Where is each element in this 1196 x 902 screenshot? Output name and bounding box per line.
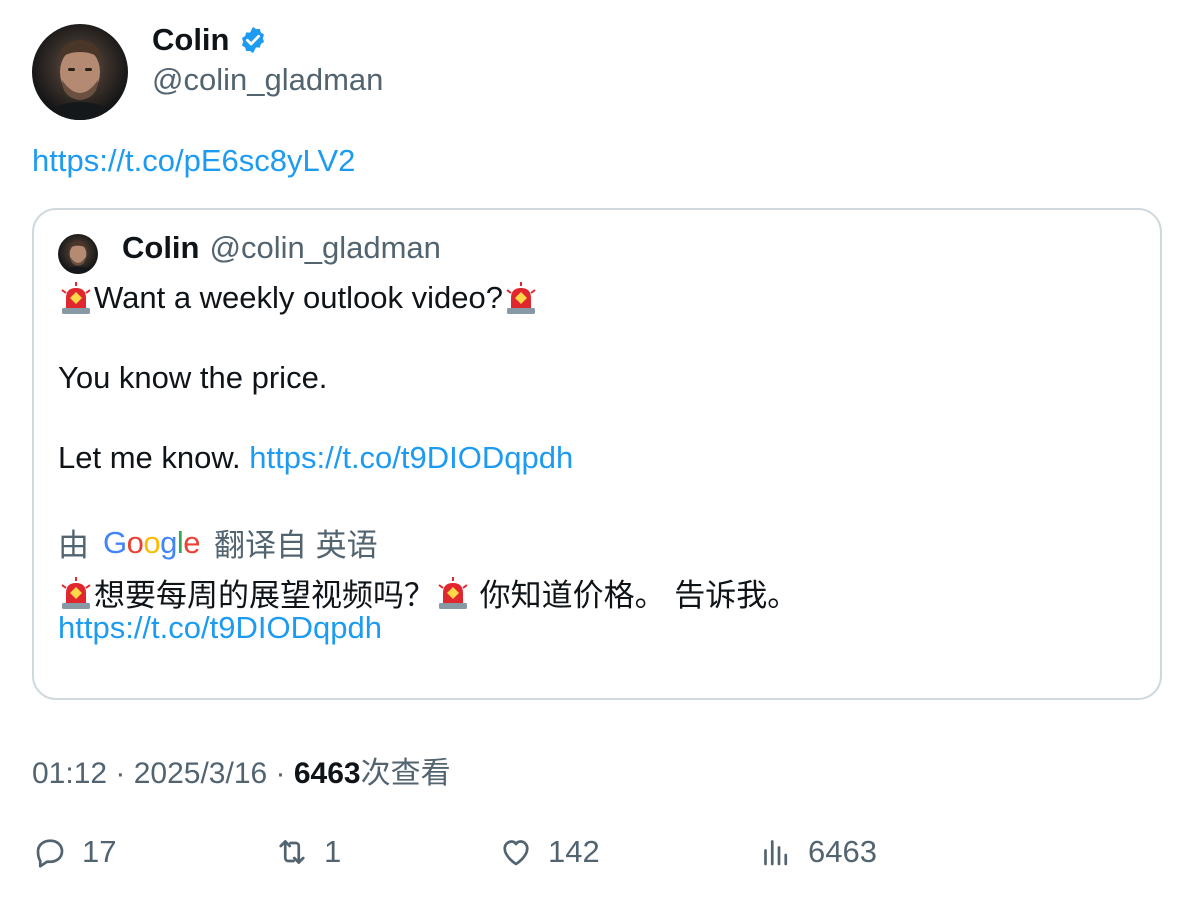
reply-icon — [32, 834, 68, 870]
google-logo: Google — [103, 524, 201, 560]
reply-count: 17 — [82, 834, 117, 869]
views-button[interactable]: 6463 — [758, 834, 877, 870]
repost-button[interactable]: 1 — [274, 834, 341, 870]
quoted-author-avatar[interactable] — [58, 234, 98, 274]
like-count: 142 — [548, 834, 600, 869]
tweet-timestamp[interactable]: 01:12 · 2025/3/16 · — [32, 757, 294, 790]
translated-link[interactable]: https://t.co/t9DIODqpdh — [58, 610, 382, 646]
reply-button[interactable]: 17 — [32, 834, 116, 870]
tweet-link[interactable]: https://t.co/pE6sc8yLV2 — [32, 143, 355, 179]
quoted-line-1: Want a weekly outlook video? — [58, 280, 539, 316]
analytics-icon — [758, 834, 794, 870]
view-count-label: 次查看 — [360, 757, 451, 790]
quoted-author-handle: @colin_gladman — [209, 230, 441, 265]
heart-icon — [498, 834, 534, 870]
author-handle[interactable]: @colin_gladman — [152, 62, 383, 98]
author-name[interactable]: Colin — [152, 22, 230, 58]
siren-emoji-icon — [58, 575, 94, 611]
siren-emoji-icon — [503, 280, 539, 316]
author-name-row[interactable]: Colin — [152, 22, 268, 58]
quoted-link[interactable]: https://t.co/t9DIODqpdh — [249, 440, 573, 476]
translated-text-a: 想要每周的展望视频吗？ — [94, 578, 435, 613]
quoted-text-line1: Want a weekly outlook video? — [94, 280, 503, 315]
verified-badge-icon — [238, 25, 268, 55]
quoted-text-line3: Let me know. — [58, 440, 250, 475]
siren-emoji-icon — [435, 575, 471, 611]
translated-text-b: 你知道价格。 告诉我。 — [471, 578, 799, 613]
translated-line: 想要每周的展望视频吗？ 你知道价格。 告诉我。 — [58, 570, 798, 615]
translated-by-label: 由 — [58, 528, 89, 563]
view-count: 6463 — [293, 757, 361, 790]
quoted-author-name: Colin — [122, 230, 200, 265]
siren-emoji-icon — [58, 280, 94, 316]
quoted-author-row[interactable]: Colin @colin_gladman — [122, 230, 441, 266]
author-avatar[interactable] — [32, 24, 128, 120]
translation-attribution: 由 Google 翻译自 英语 — [58, 520, 378, 565]
views-count: 6463 — [808, 834, 877, 869]
translated-from-label: 翻译自 英语 — [214, 528, 378, 563]
tweet-meta: 01:12 · 2025/3/16 · 6463次查看 — [32, 748, 451, 792]
repost-icon — [274, 834, 310, 870]
repost-count: 1 — [324, 834, 342, 869]
quoted-line-3: Let me know. https://t.co/t9DIODqpdh — [58, 440, 573, 476]
quoted-text-line2: You know the price. — [58, 360, 328, 395]
like-button[interactable]: 142 — [498, 834, 600, 870]
